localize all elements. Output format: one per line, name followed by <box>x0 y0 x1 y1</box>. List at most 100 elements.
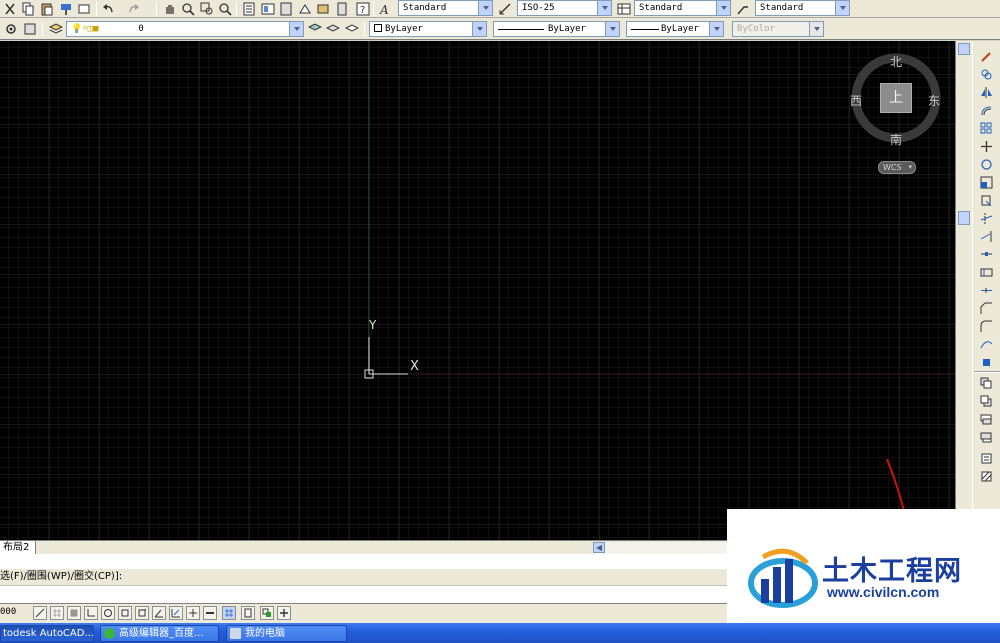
block-editor-icon[interactable] <box>76 1 92 17</box>
offset-icon[interactable] <box>978 103 994 118</box>
plot-style-select[interactable]: ByColor <box>732 21 824 37</box>
color-swatch <box>374 24 382 32</box>
infer-constraints-icon[interactable] <box>33 606 47 620</box>
scroll-up-button[interactable] <box>958 43 970 55</box>
taskbar-item-editor[interactable]: 高级编辑器_百度... <box>100 625 219 642</box>
color-select[interactable]: ByLayer <box>369 21 487 37</box>
undo-icon[interactable] <box>100 1 116 17</box>
copy-icon[interactable] <box>20 1 36 17</box>
hatch-to-back-icon[interactable] <box>978 469 994 484</box>
viewcube-top-face[interactable]: 上 <box>880 83 912 113</box>
viewcube-west[interactable]: 西 <box>850 92 862 109</box>
chamfer-icon[interactable] <box>978 301 994 316</box>
dynamic-ucs-icon[interactable] <box>169 606 183 620</box>
help-icon[interactable]: ? <box>355 1 371 17</box>
trim-icon[interactable] <box>978 211 994 226</box>
layer-select[interactable]: 💡☼◫■ 0 <box>66 21 304 37</box>
horizontal-scrollbar[interactable]: ◀ <box>593 542 727 554</box>
svg-text:A: A <box>379 3 389 16</box>
multileader-style-icon[interactable] <box>735 1 751 17</box>
selection-cycling-icon[interactable] <box>260 606 274 620</box>
tab-layout2[interactable]: 布局2 <box>0 541 37 554</box>
scale-icon[interactable] <box>978 175 994 190</box>
layer-previous-icon[interactable] <box>325 21 341 37</box>
viewcube-north[interactable]: 北 <box>890 53 902 70</box>
dimension-style-icon[interactable] <box>497 1 513 17</box>
zoom-window-icon[interactable] <box>199 1 215 17</box>
lineweight-select[interactable]: ByLayer <box>626 21 724 37</box>
coordinate-readout[interactable]: 000 <box>0 607 16 617</box>
grid-display-icon[interactable] <box>67 606 81 620</box>
quick-properties-icon[interactable] <box>241 606 255 620</box>
drawing-canvas[interactable]: Y X <box>0 41 955 540</box>
sheet-set-icon[interactable] <box>297 1 313 17</box>
break-at-point-icon[interactable] <box>978 247 994 262</box>
ortho-mode-icon[interactable] <box>84 606 98 620</box>
rotate-icon[interactable] <box>978 157 994 172</box>
draworder-back-icon[interactable] <box>978 394 994 409</box>
object-snap-tracking-icon[interactable] <box>152 606 166 620</box>
vertical-scrollbar[interactable] <box>955 41 972 540</box>
quickcalc-icon[interactable] <box>334 1 350 17</box>
properties-icon[interactable] <box>241 1 257 17</box>
join-icon[interactable] <box>978 283 994 298</box>
command-input[interactable] <box>0 585 727 603</box>
lineweight-sample <box>631 29 659 30</box>
stretch-icon[interactable] <box>978 193 994 208</box>
tool-palettes-icon[interactable] <box>278 1 294 17</box>
design-center-icon[interactable] <box>260 1 276 17</box>
make-current-layer-icon[interactable] <box>307 21 323 37</box>
text-to-front-icon[interactable] <box>978 451 994 466</box>
linetype-select[interactable]: ByLayer <box>493 21 620 37</box>
text-style-select[interactable]: Standard <box>398 0 493 16</box>
redo-icon[interactable] <box>126 1 142 17</box>
erase-icon[interactable] <box>978 49 994 64</box>
layer-manager-icon[interactable] <box>22 21 38 37</box>
dimension-style-select[interactable]: ISO-25 <box>517 0 612 16</box>
extend-icon[interactable] <box>978 229 994 244</box>
viewcube-south[interactable]: 南 <box>890 131 902 148</box>
layer-states-icon[interactable] <box>344 21 360 37</box>
cut-icon[interactable] <box>2 1 18 17</box>
mirror-icon[interactable] <box>978 85 994 100</box>
scroll-thumb[interactable] <box>958 211 970 225</box>
table-style-select[interactable]: Standard <box>634 0 731 16</box>
zoom-realtime-icon[interactable] <box>180 1 196 17</box>
break-icon[interactable] <box>978 265 994 280</box>
text-style-icon[interactable]: A <box>378 1 394 17</box>
array-icon[interactable] <box>978 121 994 136</box>
wcs-menu-button[interactable]: WCS ▾ <box>878 161 916 174</box>
dynamic-input-icon[interactable] <box>186 606 200 620</box>
computer-icon <box>230 628 241 639</box>
draworder-under-icon[interactable] <box>978 430 994 445</box>
taskbar-item-my-computer[interactable]: 我的电脑 <box>226 625 347 642</box>
3d-object-snap-icon[interactable] <box>135 606 149 620</box>
object-snap-icon[interactable] <box>118 606 132 620</box>
blend-curves-icon[interactable] <box>978 337 994 352</box>
move-icon[interactable] <box>978 139 994 154</box>
match-properties-icon[interactable] <box>58 1 74 17</box>
draworder-front-icon[interactable] <box>978 376 994 391</box>
layer-properties-icon[interactable] <box>48 21 64 37</box>
explode-icon[interactable] <box>978 355 994 370</box>
multileader-style-select[interactable]: Standard <box>755 0 850 16</box>
workspace-settings-icon[interactable] <box>3 21 19 37</box>
paste-icon[interactable] <box>39 1 55 17</box>
markup-icon[interactable] <box>315 1 331 17</box>
lineweight-toggle-icon[interactable] <box>203 606 217 620</box>
draworder-above-icon[interactable] <box>978 412 994 427</box>
pan-icon[interactable] <box>162 1 178 17</box>
scroll-left-button[interactable]: ◀ <box>593 542 605 553</box>
fillet-icon[interactable] <box>978 319 994 334</box>
transparency-toggle-icon[interactable] <box>222 606 236 620</box>
viewcube-east[interactable]: 东 <box>928 92 940 109</box>
snap-mode-icon[interactable] <box>50 606 64 620</box>
zoom-previous-icon[interactable] <box>217 1 233 17</box>
polar-tracking-icon[interactable] <box>101 606 115 620</box>
watermark-logo <box>748 548 818 608</box>
copy-object-icon[interactable] <box>978 67 994 82</box>
taskbar-item-autocad[interactable]: todesk AutoCAD... <box>0 625 94 642</box>
table-style-icon[interactable] <box>616 1 632 17</box>
viewcube[interactable]: 北 南 东 西 上 WCS ▾ <box>846 51 946 181</box>
annotation-monitor-icon[interactable] <box>277 606 291 620</box>
